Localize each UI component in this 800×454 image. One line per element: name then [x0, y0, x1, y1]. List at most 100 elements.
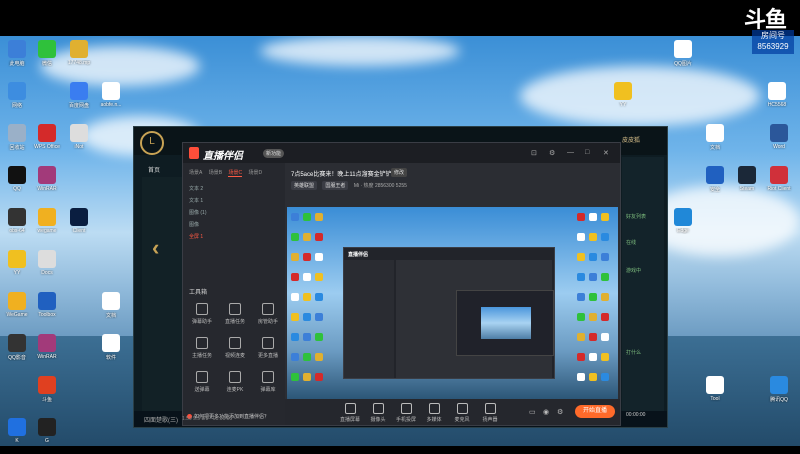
game-nav-home[interactable]: 首页: [148, 165, 160, 174]
close-button[interactable]: ✕: [603, 149, 609, 157]
desktop-icon[interactable]: wegame: [32, 208, 62, 244]
desktop-icon[interactable]: WeGame: [2, 292, 32, 328]
scene-item[interactable]: 文本 2: [189, 185, 203, 192]
desktop-icon[interactable]: 斗鱼: [32, 376, 62, 412]
desktop-icon[interactable]: Toolbox: [32, 292, 62, 328]
desktop-icon[interactable]: 软件: [96, 334, 126, 370]
window-mode-icon[interactable]: ▭: [529, 408, 536, 416]
tab-scene[interactable]: 场景A: [189, 169, 202, 176]
scene-item[interactable]: 文本 1: [189, 197, 203, 204]
desktop-icon[interactable]: 安全: [700, 166, 730, 202]
toolbox-item[interactable]: 视频连麦: [220, 337, 250, 359]
desktop-icon-label: 此电脑: [9, 61, 25, 67]
nested-logo: 直播伴侣: [348, 252, 369, 258]
toolbox-item[interactable]: 连麦PK: [220, 371, 250, 393]
game-username[interactable]: 皮皮狐: [622, 135, 640, 144]
desktop-icon-label: K: [15, 438, 19, 444]
toolbox-item[interactable]: 弹幕助手: [187, 303, 217, 325]
app-icon: [102, 334, 120, 352]
desktop-icon[interactable]: 微信: [32, 40, 62, 76]
desktop-icon[interactable]: WinRAR: [32, 166, 62, 202]
desktop-icon-label: obs-64: [9, 228, 25, 234]
desktop-icon[interactable]: 此电脑: [2, 40, 32, 76]
desktop-icon[interactable]: Client: [64, 208, 94, 244]
preview-app-icon: [291, 333, 299, 341]
stream-preview[interactable]: 直播伴侣: [287, 207, 618, 399]
category-tag[interactable]: 国服王者: [322, 181, 349, 190]
scene-item[interactable]: 图像 (1): [189, 209, 207, 216]
desktop-icon[interactable]: aobfe.n...: [96, 82, 126, 118]
toolbox-item[interactable]: 送弹幕: [187, 371, 217, 393]
desktop-icon[interactable]: 网络: [2, 82, 32, 118]
toolbox-item[interactable]: 更多直播: [253, 337, 283, 359]
tool-label: 连麦PK: [226, 387, 244, 393]
new-feature-badge[interactable]: 新功能: [263, 149, 285, 158]
preview-app-icon: [577, 273, 585, 281]
scene-item-active[interactable]: 全屏 1: [189, 233, 203, 240]
desktop-icon[interactable]: 腾讯QQ: [764, 376, 794, 412]
gear-icon[interactable]: ⚙: [549, 149, 555, 157]
chevron-left-icon[interactable]: ‹: [152, 235, 159, 261]
desktop-icon-label: Riot Client: [767, 186, 791, 192]
preview-app-icon: [315, 273, 323, 281]
tool-icon: [229, 337, 241, 349]
room-meta-item: 2856300: [374, 183, 395, 189]
desktop-icon[interactable]: Word: [764, 124, 794, 160]
nested-main: [396, 260, 554, 378]
desktop-icon[interactable]: Edge: [668, 208, 698, 244]
preview-app-icon: [589, 233, 597, 241]
toolbox-item[interactable]: 主播任务: [187, 337, 217, 359]
desktop-icon[interactable]: Steam: [732, 166, 762, 202]
desktop-icon[interactable]: HC5568: [762, 82, 792, 118]
desktop-icon[interactable]: obs-64: [2, 208, 32, 244]
minimize-button[interactable]: —: [567, 149, 574, 156]
desktop-icon[interactable]: Riot Client: [764, 166, 794, 202]
settings-icon[interactable]: ⚙: [557, 408, 563, 416]
toolbox-item[interactable]: 弹幕库: [253, 371, 283, 393]
tab-scene-active[interactable]: 场景C: [228, 169, 243, 177]
desktop-icon-label: Tool: [710, 396, 720, 402]
desktop-icon[interactable]: 17748.mp: [64, 40, 94, 76]
toolbox-item[interactable]: 房管助手: [253, 303, 283, 325]
category-tag[interactable]: 英雄联盟: [291, 181, 318, 190]
preview-app-icon: [315, 233, 323, 241]
desktop-icon[interactable]: WinRAR: [32, 334, 62, 370]
toolbox-item[interactable]: 直播任务: [220, 303, 250, 325]
desktop-icon[interactable]: YY: [608, 82, 638, 118]
scene-item[interactable]: 图像: [189, 221, 199, 228]
preview-app-icon: [315, 293, 323, 301]
maximize-button[interactable]: □: [585, 149, 589, 156]
tab-scene[interactable]: 场景D: [248, 169, 262, 176]
record-icon[interactable]: ◉: [543, 408, 549, 416]
desktop-icon[interactable]: iNot: [64, 124, 94, 160]
preview-app-icon: [601, 293, 609, 301]
stream-logo-icon: [189, 147, 199, 159]
desktop-icon[interactable]: 百度网盘: [64, 82, 94, 118]
room-title: 7点5ace比赛来！晚上11点溜赛金铲铲！: [291, 172, 398, 178]
preview-app-icon: [601, 273, 609, 281]
room-meta-item: 5255: [395, 183, 407, 189]
edit-room-button[interactable]: 修改: [391, 168, 408, 177]
settings-icon[interactable]: ⊡: [531, 149, 537, 157]
desktop-icon[interactable]: YY: [2, 250, 32, 286]
tab-scene[interactable]: 场景B: [209, 169, 222, 176]
game-logo-icon[interactable]: L: [140, 131, 164, 155]
stream-assistant-window[interactable]: 直播伴侣 新功能 ⊡ ⚙ — □ ✕ 场景A 场景B 场景C 场景D 文本 2 …: [182, 142, 621, 426]
desktop-icon[interactable]: Docs: [32, 250, 62, 286]
desktop-icon[interactable]: 回收站: [2, 124, 32, 160]
preview-app-icon: [589, 373, 597, 381]
app-icon: [38, 124, 56, 142]
preview-app-icon: [291, 233, 299, 241]
desktop-icon[interactable]: 文档: [700, 124, 730, 160]
desktop-icon[interactable]: Tool: [700, 376, 730, 412]
app-icon: [38, 208, 56, 226]
desktop-icon[interactable]: QQ: [2, 166, 32, 202]
desktop-icon[interactable]: QQ影音: [2, 334, 32, 370]
desktop-icon[interactable]: QQ图片: [668, 40, 698, 76]
desktop-icon[interactable]: 文档: [96, 292, 126, 328]
desktop-icon[interactable]: WPS Office: [32, 124, 62, 160]
app-icon: [770, 376, 788, 394]
stream-main-panel: 7点5ace比赛来！晚上11点溜赛金铲铲！ 修改 英雄联盟 国服王者 Mi · …: [285, 163, 620, 425]
preview-app-icon: [315, 373, 323, 381]
app-icon: [38, 334, 56, 352]
